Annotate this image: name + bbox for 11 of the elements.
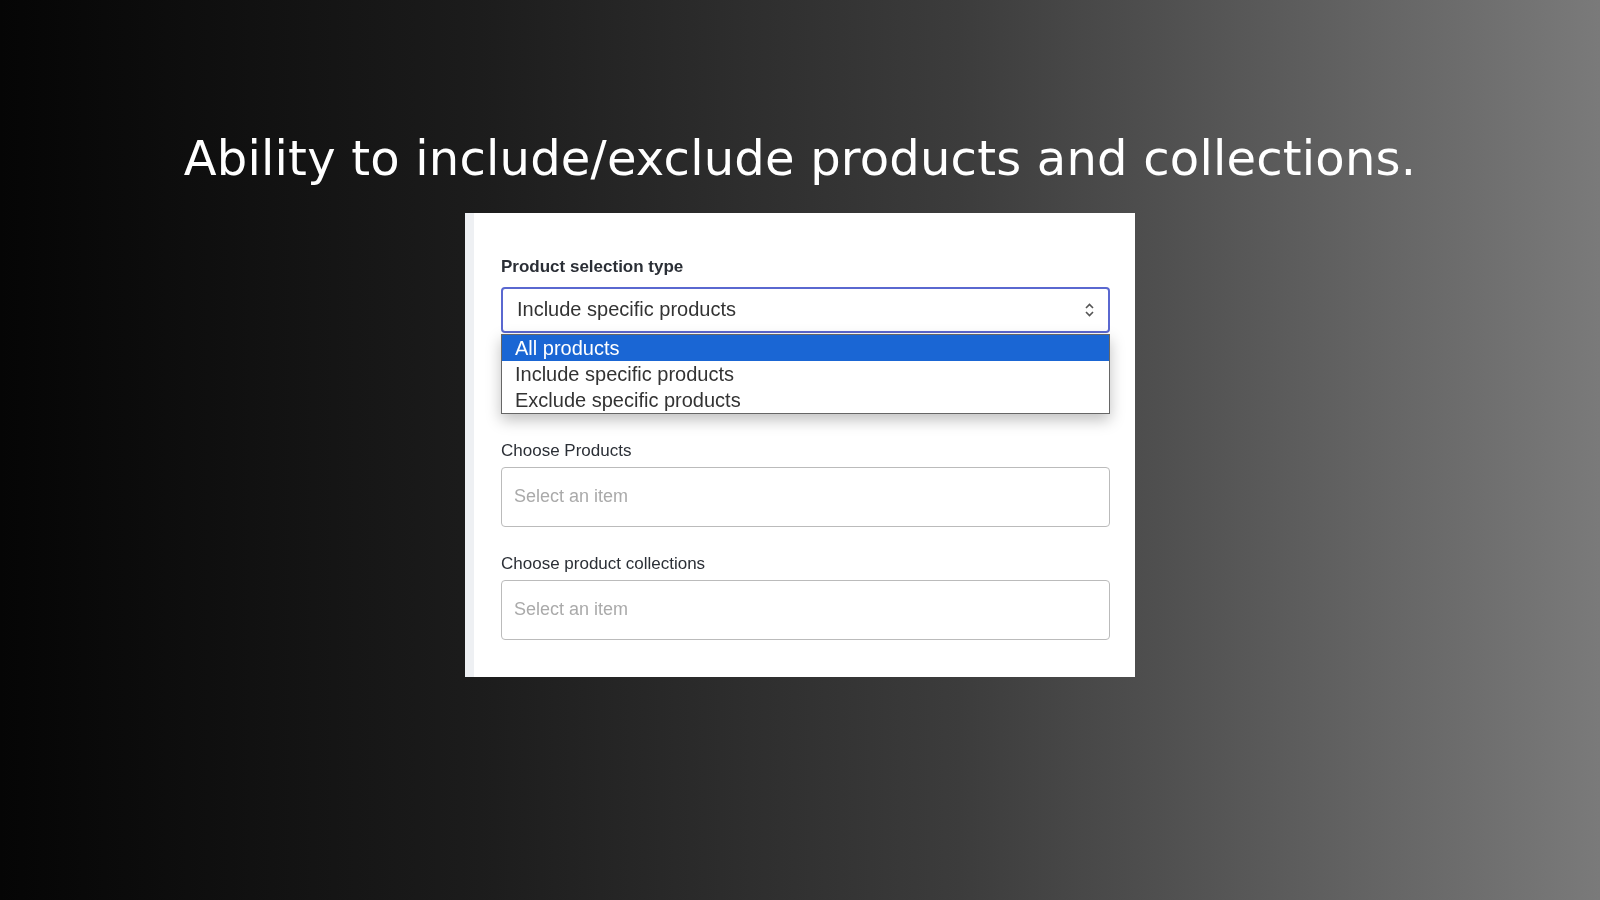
input-field[interactable]: Select an item	[501, 466, 1110, 527]
headline: Ability to include/exclude products and collections.	[183, 132, 1417, 185]
input-field[interactable]: Select an item	[501, 579, 1110, 640]
field-label: Product selection type	[501, 256, 685, 277]
field-label: Choose Products	[501, 440, 633, 461]
dropdown-option[interactable]: All products	[502, 334, 1109, 361]
dropdown-option[interactable]: Exclude specific products	[502, 386, 1109, 413]
select-dropdown[interactable]: Include specific products	[501, 286, 1110, 333]
dropdown-option[interactable]: Include specific products	[502, 360, 1109, 387]
field-label: Choose product collections	[501, 553, 707, 574]
sort-arrows-icon	[1085, 302, 1094, 317]
